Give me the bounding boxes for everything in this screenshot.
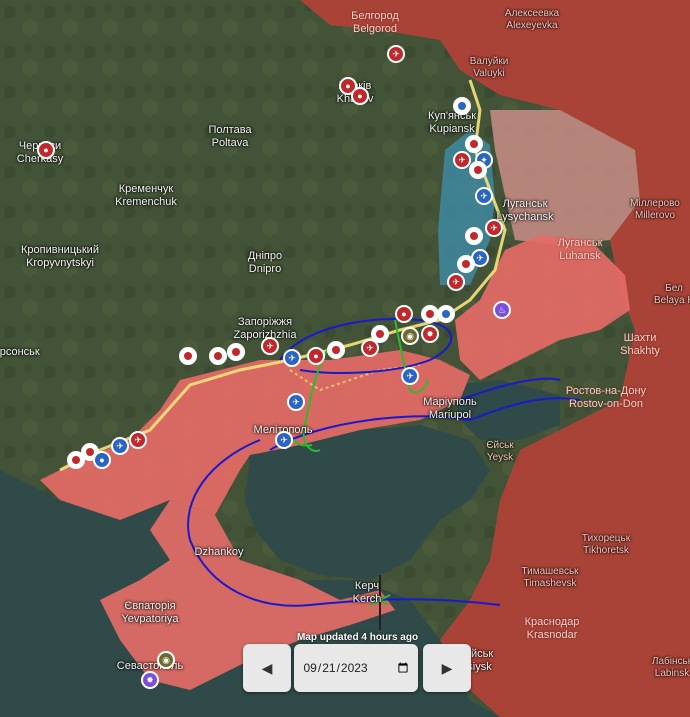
city-luhansk: Луганськ Luhansk	[557, 237, 603, 262]
battle-marker-2[interactable]	[469, 161, 487, 179]
city-kupiansk: Куп'янськ Kupiansk	[427, 110, 477, 135]
city-kerch: Керч Kerch	[352, 580, 382, 605]
battle-marker-12[interactable]	[67, 451, 85, 469]
battle-marker-4[interactable]	[457, 255, 475, 273]
city-shakhty: Шахти Shakhty	[620, 332, 660, 357]
battle-marker-10[interactable]	[179, 347, 197, 365]
city-timashevsk: Тимашевськ Timashevsk	[521, 566, 579, 589]
observation-marker-1[interactable]: ◉	[401, 327, 419, 345]
airfield-marker-5[interactable]: ✈	[261, 337, 279, 355]
strike-marker-kharkiv-2[interactable]: ●	[351, 87, 369, 105]
map-canvas	[0, 0, 690, 717]
city-millerovo: Міллерово Millerovo	[630, 198, 680, 221]
city-belaya: БелBelaya K	[653, 283, 690, 306]
explosion-marker-sevastopol[interactable]: ✸	[141, 671, 159, 689]
chevron-right-icon: ▶	[441, 659, 453, 676]
city-dnipro: Дніпро Dnipro	[247, 250, 283, 275]
battle-marker-8[interactable]	[227, 343, 245, 361]
city-belgorod: Белгород Belgorod	[351, 10, 399, 35]
ukraine-marker-3[interactable]: ✈	[475, 187, 493, 205]
strike-marker-4[interactable]: ✸	[421, 325, 439, 343]
strike-marker-3[interactable]: ●	[395, 305, 413, 323]
ukraine-marker-8[interactable]: ✈	[287, 393, 305, 411]
city-yevpatoriya: Євпаторія Yevpatoriya	[121, 600, 179, 625]
ukraine-marker-11[interactable]: ●	[93, 451, 111, 469]
city-dzhankoi: Dzhankoy	[194, 546, 244, 558]
city-yeysk: Єйськ Yeysk	[486, 440, 514, 463]
battle-marker-1[interactable]	[465, 135, 483, 153]
battle-marker-3[interactable]	[465, 227, 483, 245]
chevron-left-icon: ◀	[261, 659, 273, 676]
ukraine-marker-5[interactable]	[437, 305, 455, 323]
ukraine-marker-7[interactable]: ✈	[283, 349, 301, 367]
airfield-marker-belgorod[interactable]: ✈	[387, 45, 405, 63]
city-kremenchuk: Кременчук Kremenchuk	[115, 183, 177, 208]
airfield-marker-3[interactable]: ✈	[447, 273, 465, 291]
date-input[interactable]	[301, 656, 411, 680]
city-poltava: Полтава Poltava	[208, 124, 252, 149]
ukraine-marker-kupiansk[interactable]	[453, 97, 471, 115]
city-tikhoretsk: Тихорецьк Tikhoretsk	[581, 533, 631, 556]
strike-marker-cherkasy[interactable]: ●	[37, 141, 55, 159]
city-mariupol: Маріуполь Mariupol	[423, 396, 477, 421]
battle-marker-7[interactable]	[327, 341, 345, 359]
battle-marker-5[interactable]	[421, 305, 439, 323]
battle-marker-9[interactable]	[209, 347, 227, 365]
city-kherson-west: Херсонськ	[0, 346, 40, 358]
ukraine-marker-9[interactable]: ✈	[275, 431, 293, 449]
airfield-marker-4[interactable]: ✈	[361, 339, 379, 357]
airfield-marker-1[interactable]: ✈	[453, 151, 471, 169]
city-rostov: Ростов-на-Дону Rostov-on-Don	[565, 385, 647, 410]
city-lysychansk: Луганськ Lysychansk	[496, 198, 554, 223]
strike-marker-6[interactable]: ✈	[129, 431, 147, 449]
prev-date-button[interactable]: ◀	[243, 644, 291, 692]
ukraine-marker-10[interactable]: ✈	[111, 437, 129, 455]
fire-marker-donetsk[interactable]: ♨	[493, 301, 511, 319]
strike-marker-5[interactable]: ●	[307, 347, 325, 365]
city-valuyki: Валуйки Valuyki	[469, 56, 509, 79]
city-labinsk: Лабінськ Labinsk	[651, 656, 690, 679]
city-alekseevka: Алексеевка Alexeyevka	[504, 8, 560, 31]
ukraine-marker-6[interactable]: ✈	[401, 367, 419, 385]
date-picker[interactable]	[294, 644, 418, 692]
observation-marker-sevastopol[interactable]: ◉	[157, 651, 175, 669]
war-map[interactable]: Белгород Belgorod Алексеевка Alexeyevka Ва…	[0, 0, 690, 717]
map-update-note: Map updated 4 hours ago	[296, 632, 419, 643]
airfield-marker-2[interactable]: ✈	[485, 219, 503, 237]
city-kropyvnytskyi: Кропивницький Kropyvnytskyi	[21, 244, 99, 269]
next-date-button[interactable]: ▶	[423, 644, 471, 692]
